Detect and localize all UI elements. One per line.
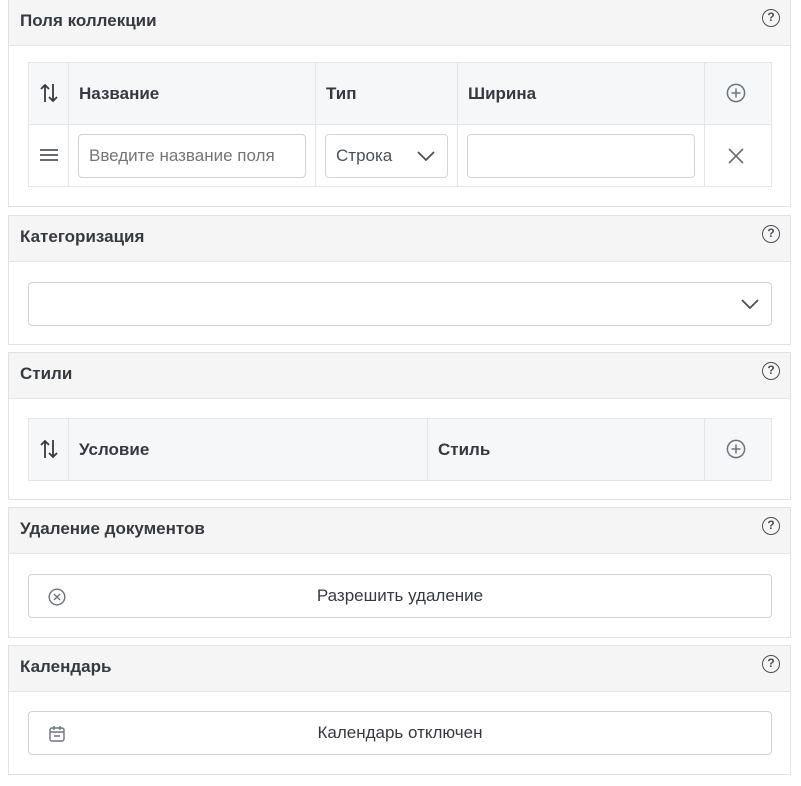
panel-title: Поля коллекции <box>20 11 157 30</box>
width-cell <box>458 125 705 187</box>
calendar-panel: Календарь ? Календарь отключен <box>8 645 791 775</box>
type-cell: Строка <box>316 125 458 187</box>
table-header: Условие Стиль <box>29 419 771 480</box>
styles-panel: Стили ? Условие Стиль <box>8 352 791 500</box>
column-header-name: Название <box>79 84 160 103</box>
field-type-value: Строка <box>336 146 393 165</box>
panel-title: Стили <box>20 364 73 383</box>
remove-cell <box>705 125 771 187</box>
x-circle-icon <box>48 588 66 606</box>
column-header-condition: Условие <box>79 440 150 459</box>
panel-header: Стили ? <box>9 353 790 399</box>
sort-arrows-icon[interactable] <box>39 438 59 460</box>
add-column <box>705 419 771 480</box>
column-condition: Условие <box>69 419 428 480</box>
plus-circle-icon[interactable] <box>726 439 746 459</box>
categorization-panel: Категоризация ? <box>8 215 791 345</box>
fields-table: Название Тип Ширина Введите название пол… <box>28 62 772 187</box>
question-circle-icon[interactable]: ? <box>762 655 780 673</box>
field-type-select[interactable]: Строка <box>325 134 448 178</box>
question-circle-icon[interactable]: ? <box>762 517 780 535</box>
column-header-type: Тип <box>326 84 357 103</box>
sort-arrows-icon[interactable] <box>39 82 59 104</box>
allow-deletion-label: Разрешить удаление <box>316 586 484 605</box>
document-deletion-panel: Удаление документов ? Разрешить удаление <box>8 507 791 638</box>
table-row: Строка <box>29 125 771 187</box>
column-header-style: Стиль <box>438 440 491 459</box>
drag-cell <box>29 125 69 187</box>
close-icon[interactable] <box>728 148 744 164</box>
question-circle-icon[interactable]: ? <box>762 9 780 27</box>
panel-title: Удаление документов <box>20 519 205 538</box>
panel-title: Категоризация <box>20 227 145 246</box>
column-style: Стиль <box>428 419 705 480</box>
question-circle-icon[interactable]: ? <box>762 225 780 243</box>
name-cell <box>69 125 316 187</box>
allow-deletion-button[interactable]: Разрешить удаление <box>28 574 772 618</box>
panel-header: Удаление документов ? <box>9 508 790 554</box>
field-name-input[interactable] <box>78 134 306 178</box>
column-header-width: Ширина <box>468 84 537 103</box>
column-name: Название <box>69 63 316 124</box>
chevron-down-icon <box>741 299 759 310</box>
panel-title: Календарь <box>20 657 112 676</box>
drag-handle-icon[interactable] <box>40 149 58 161</box>
plus-circle-icon[interactable] <box>726 83 746 103</box>
panel-header: Календарь ? <box>9 646 790 692</box>
categorization-select[interactable] <box>28 282 772 326</box>
field-width-input[interactable] <box>467 134 695 178</box>
calendar-icon <box>49 726 65 742</box>
panel-header: Поля коллекции ? <box>9 0 790 46</box>
question-circle-icon[interactable]: ? <box>762 362 780 380</box>
sort-column <box>29 419 69 480</box>
styles-table: Условие Стиль <box>28 418 772 481</box>
sort-column <box>29 63 69 124</box>
chevron-down-icon <box>417 151 435 162</box>
calendar-toggle-button[interactable]: Календарь отключен <box>28 711 772 755</box>
table-header: Название Тип Ширина <box>29 63 771 125</box>
panel-header: Категоризация ? <box>9 216 790 262</box>
collection-fields-panel: Поля коллекции ? Название Тип Ширина Вве… <box>8 0 791 207</box>
column-type: Тип <box>316 63 458 124</box>
calendar-toggle-label: Календарь отключен <box>317 723 483 742</box>
add-column <box>705 63 771 124</box>
column-width: Ширина <box>458 63 705 124</box>
